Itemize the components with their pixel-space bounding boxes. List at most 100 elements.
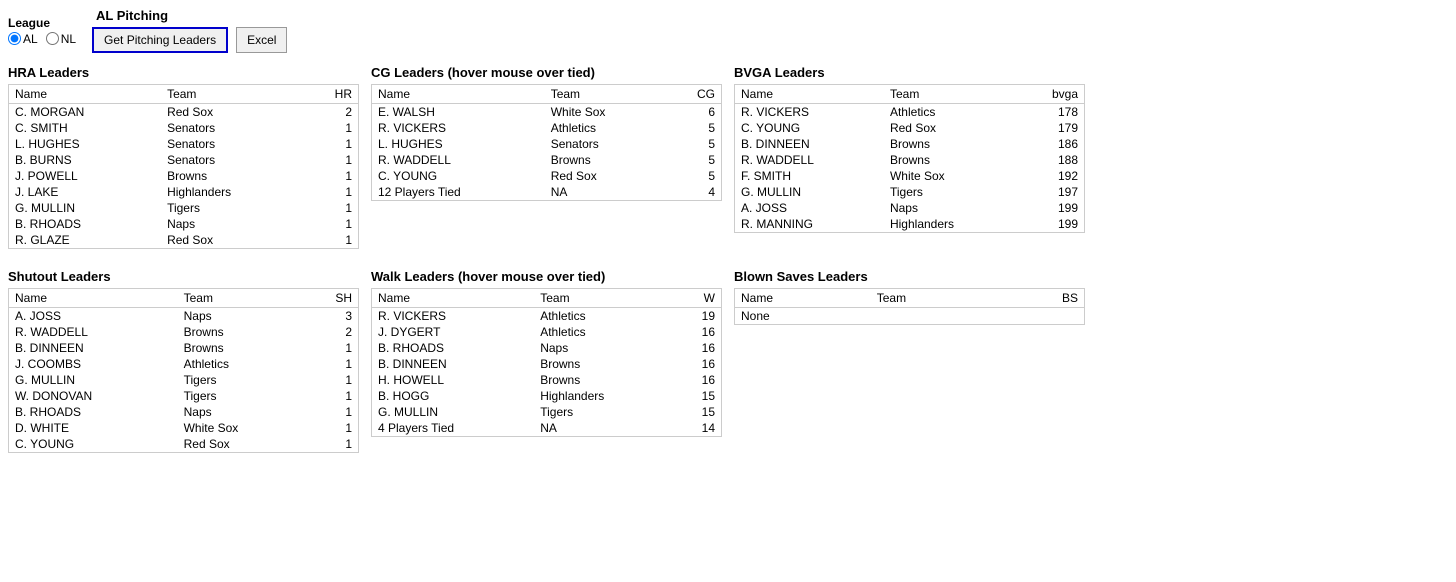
table-row: H. HOWELLBrowns16 (372, 372, 722, 388)
table-cell: Senators (161, 152, 303, 168)
table-row: B. HOGGHighlanders15 (372, 388, 722, 404)
cg-col-team: Team (545, 85, 666, 104)
table-cell: Naps (534, 340, 674, 356)
table-row: B. DINNEENBrowns1 (9, 340, 359, 356)
table-row: G. MULLINTigers197 (735, 184, 1085, 200)
table-cell: Athletics (884, 104, 1017, 121)
shutout-title: Shutout Leaders (8, 269, 359, 284)
table-row: G. MULLINTigers1 (9, 200, 359, 216)
nl-radio-label[interactable]: NL (46, 32, 76, 46)
table-row: R. VICKERSAthletics5 (372, 120, 722, 136)
bottom-empty (1097, 269, 1448, 453)
table-cell: R. VICKERS (372, 308, 535, 325)
table-cell: L. HUGHES (9, 136, 162, 152)
excel-button[interactable]: Excel (236, 27, 287, 53)
table-row: R. WADDELLBrowns5 (372, 152, 722, 168)
table-cell: C. YOUNG (9, 436, 178, 453)
table-cell: None (735, 308, 871, 325)
al-radio[interactable] (8, 32, 21, 45)
table-cell: E. WALSH (372, 104, 545, 121)
table-cell: W. DONOVAN (9, 388, 178, 404)
table-cell: B. RHOADS (372, 340, 535, 356)
get-pitching-button[interactable]: Get Pitching Leaders (92, 27, 228, 53)
table-cell: Tigers (534, 404, 674, 420)
table-cell: Athletics (534, 324, 674, 340)
table-cell: Red Sox (545, 168, 666, 184)
table-cell: 16 (674, 356, 722, 372)
table-row: E. WALSHWhite Sox6 (372, 104, 722, 121)
cg-col-name: Name (372, 85, 545, 104)
table-row: J. DYGERTAthletics16 (372, 324, 722, 340)
table-cell: Senators (161, 136, 303, 152)
table-cell: B. RHOADS (9, 404, 178, 420)
table-cell: Browns (534, 356, 674, 372)
table-cell: White Sox (178, 420, 304, 436)
table-cell: Naps (884, 200, 1017, 216)
bvga-panel: BVGA Leaders Name Team bvga R. VICKERSAt… (734, 65, 1085, 249)
table-row: B. DINNEENBrowns16 (372, 356, 722, 372)
table-cell: Browns (178, 324, 304, 340)
table-cell: White Sox (545, 104, 666, 121)
table-row: R. WADDELLBrowns2 (9, 324, 359, 340)
table-cell: 1 (303, 388, 358, 404)
table-cell: B. DINNEEN (735, 136, 884, 152)
nl-label: NL (61, 32, 76, 46)
table-cell: R. MANNING (735, 216, 884, 233)
table-cell: 179 (1017, 120, 1084, 136)
table-row: A. JOSSNaps3 (9, 308, 359, 325)
table-cell: Highlanders (534, 388, 674, 404)
table-row: W. DONOVANTigers1 (9, 388, 359, 404)
table-row: F. SMITHWhite Sox192 (735, 168, 1085, 184)
table-cell: 16 (674, 372, 722, 388)
table-row: R. MANNINGHighlanders199 (735, 216, 1085, 233)
table-cell: A. JOSS (9, 308, 178, 325)
table-row: R. WADDELLBrowns188 (735, 152, 1085, 168)
table-cell: 1 (303, 152, 359, 168)
table-cell: 14 (674, 420, 722, 437)
table-cell: Browns (178, 340, 304, 356)
table-cell: D. WHITE (9, 420, 178, 436)
table-row: A. JOSSNaps199 (735, 200, 1085, 216)
table-cell: 19 (674, 308, 722, 325)
table-cell: 15 (674, 388, 722, 404)
table-cell: 16 (674, 340, 722, 356)
table-cell: 1 (303, 136, 359, 152)
league-group: League AL NL (8, 16, 76, 46)
table-cell: 12 Players Tied (372, 184, 545, 201)
walk-title: Walk Leaders (hover mouse over tied) (371, 269, 722, 284)
table-cell: R. WADDELL (372, 152, 545, 168)
table-cell: B. BURNS (9, 152, 162, 168)
table-row: 4 Players TiedNA14 (372, 420, 722, 437)
cg-title: CG Leaders (hover mouse over tied) (371, 65, 722, 80)
table-cell: 197 (1017, 184, 1084, 200)
table-row: G. MULLINTigers1 (9, 372, 359, 388)
table-cell: Tigers (178, 388, 304, 404)
hra-table: Name Team HR C. MORGANRed Sox2C. SMITHSe… (8, 84, 359, 249)
table-cell: 1 (303, 216, 359, 232)
table-cell: Browns (545, 152, 666, 168)
table-row: J. POWELLBrowns1 (9, 168, 359, 184)
al-radio-label[interactable]: AL (8, 32, 38, 46)
nl-radio[interactable] (46, 32, 59, 45)
table-row: B. RHOADSNaps1 (9, 216, 359, 232)
table-row: C. YOUNGRed Sox5 (372, 168, 722, 184)
table-cell: R. WADDELL (9, 324, 178, 340)
table-cell (871, 308, 998, 325)
hra-panel: HRA Leaders Name Team HR C. MORGANRed So… (8, 65, 359, 249)
table-cell: Naps (178, 308, 304, 325)
table-cell: B. RHOADS (9, 216, 162, 232)
table-cell: Naps (161, 216, 303, 232)
table-row: G. MULLINTigers15 (372, 404, 722, 420)
table-cell: 6 (666, 104, 722, 121)
league-label: League (8, 16, 76, 30)
table-cell: 16 (674, 324, 722, 340)
shutout-col-name: Name (9, 289, 178, 308)
table-cell: Tigers (884, 184, 1017, 200)
table-cell: NA (545, 184, 666, 201)
table-row: None (735, 308, 1085, 325)
hra-col-hr: HR (303, 85, 359, 104)
table-cell: Senators (161, 120, 303, 136)
table-cell: 2 (303, 104, 359, 121)
table-cell: H. HOWELL (372, 372, 535, 388)
table-cell: J. LAKE (9, 184, 162, 200)
